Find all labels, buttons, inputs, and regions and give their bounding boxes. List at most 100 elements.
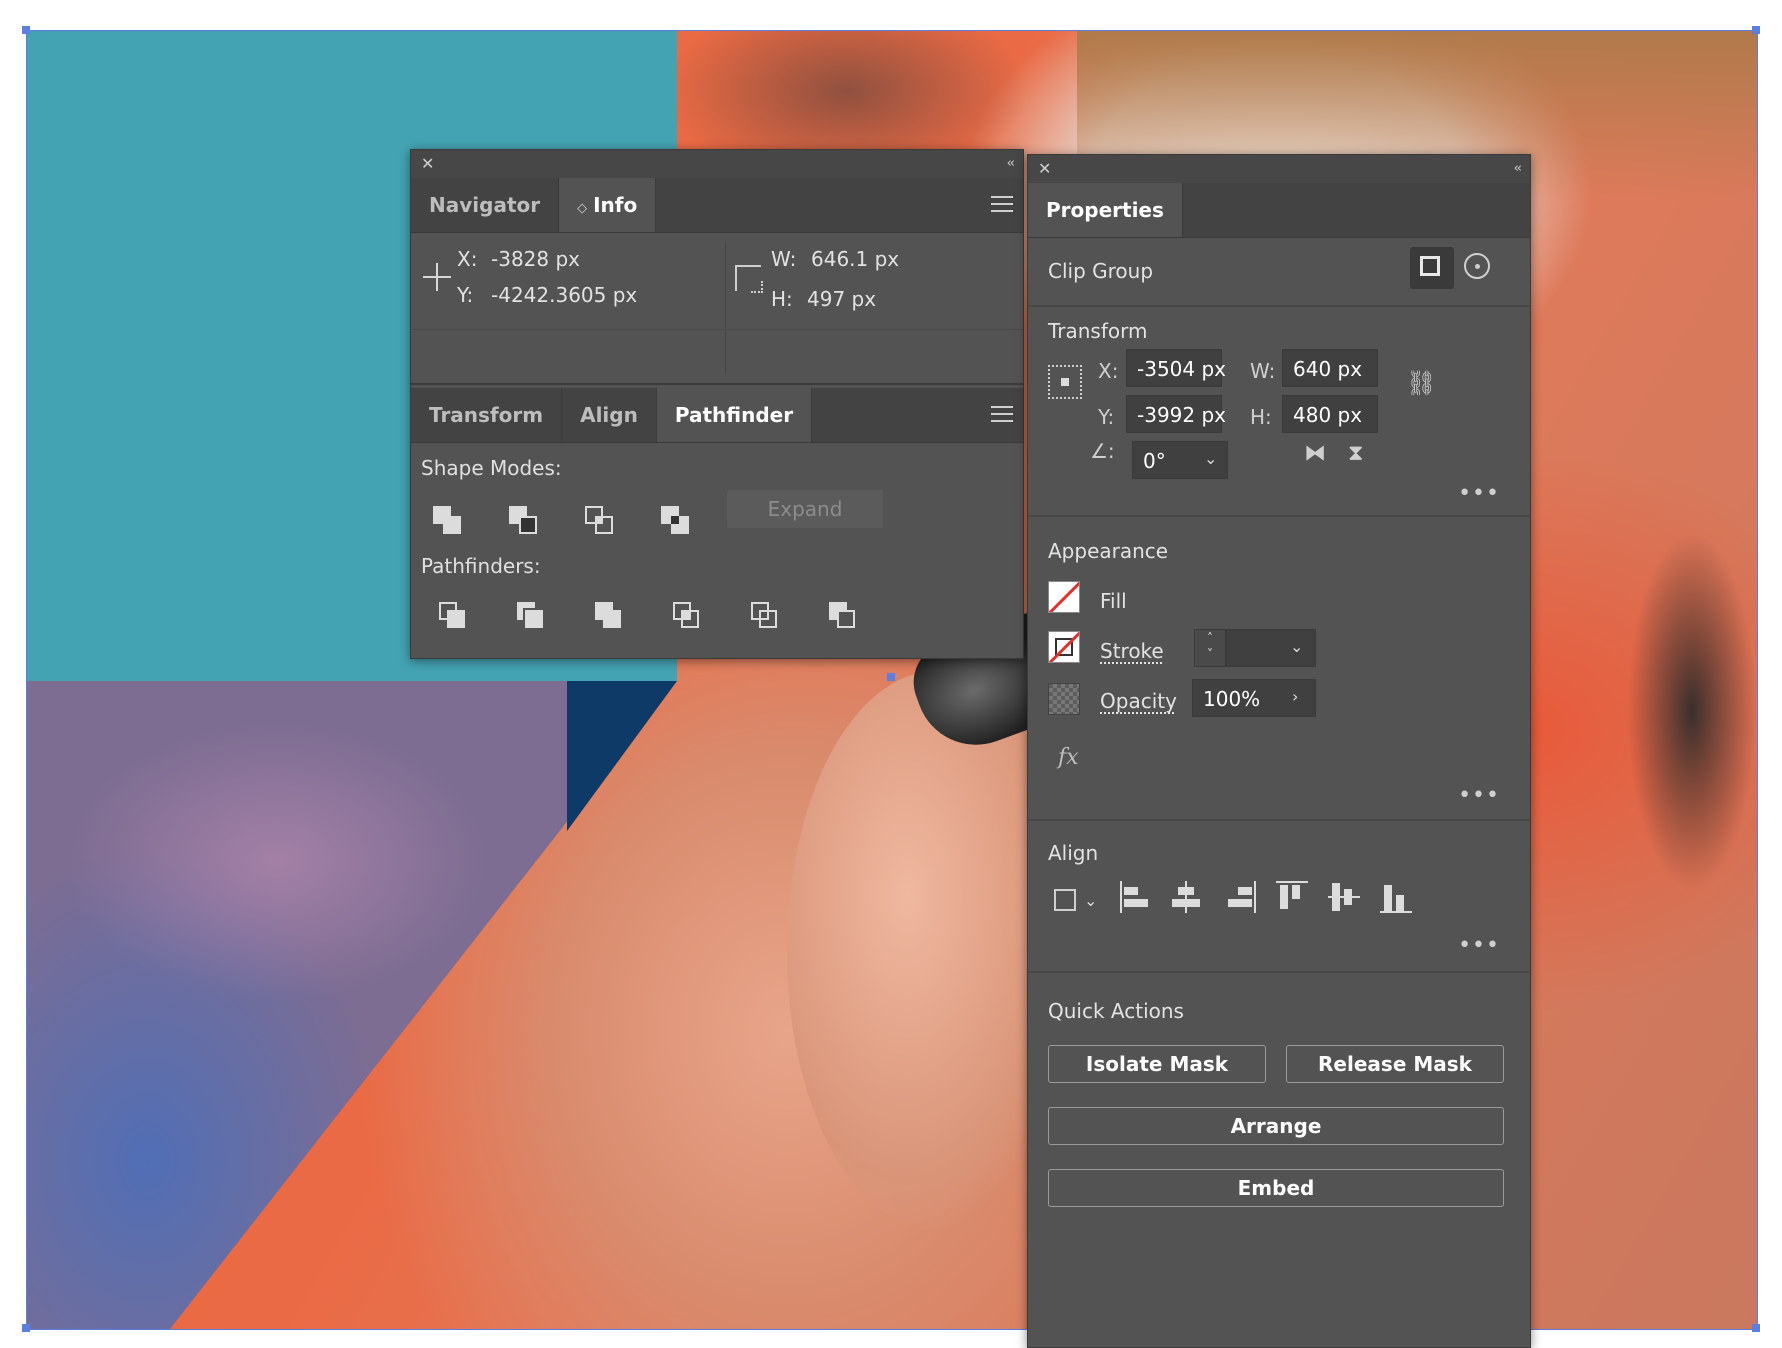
close-icon[interactable]: ✕ <box>421 154 434 174</box>
section-separator <box>1028 515 1530 517</box>
fx-icon[interactable]: fx <box>1058 745 1079 770</box>
tab-align[interactable]: Align <box>562 388 657 442</box>
quick-actions-title: Quick Actions <box>1048 999 1184 1023</box>
merge-icon[interactable] <box>595 602 625 632</box>
opacity-label[interactable]: Opacity <box>1100 689 1177 713</box>
crosshair-icon <box>423 263 451 291</box>
info-w-label: W: <box>771 247 797 271</box>
fill-label: Fill <box>1100 589 1127 613</box>
align-title: Align <box>1048 841 1099 865</box>
chevron-down-icon[interactable]: ⌄ <box>1290 637 1303 656</box>
tab-info[interactable]: ◇ Info <box>559 178 657 232</box>
selection-center-point[interactable] <box>887 673 895 681</box>
chevron-right-icon[interactable]: › <box>1292 687 1298 706</box>
dimensions-icon <box>735 265 763 293</box>
transform-w-input[interactable]: 640 px <box>1282 349 1378 387</box>
collapse-icon[interactable]: ‹‹ <box>1007 154 1016 174</box>
intersect-icon[interactable] <box>585 506 615 536</box>
release-mask-button[interactable]: Release Mask <box>1286 1045 1504 1083</box>
stroke-weight-stepper[interactable]: ˄ ˅ <box>1194 629 1226 667</box>
crop-icon[interactable] <box>673 602 703 632</box>
transform-y-input[interactable]: -3992 px <box>1126 395 1226 433</box>
more-options-icon[interactable]: ••• <box>1458 483 1500 505</box>
more-options-icon[interactable]: ••• <box>1458 785 1500 807</box>
panel-menu-icon[interactable] <box>991 406 1013 422</box>
properties-tab-row: Properties <box>1028 183 1530 238</box>
info-divider <box>725 241 726 375</box>
minus-front-icon[interactable] <box>509 506 539 536</box>
exclude-icon[interactable] <box>661 506 691 536</box>
transform-w-label: W: <box>1250 359 1276 383</box>
section-separator <box>1028 971 1530 973</box>
constrain-proportions-icon[interactable]: ⛓ <box>1406 369 1436 397</box>
info-h-value: 497 px <box>807 287 877 311</box>
align-vertical-center-icon[interactable] <box>1326 879 1362 915</box>
isolate-mask-button[interactable]: Isolate Mask <box>1048 1045 1266 1083</box>
target-icon[interactable] <box>1464 253 1490 279</box>
selection-handle-bottom-left[interactable] <box>22 1324 30 1332</box>
navy-triangle[interactable] <box>567 681 677 831</box>
chevron-down-icon[interactable]: ⌄ <box>1084 891 1097 910</box>
tab-pathfinder[interactable]: Pathfinder <box>656 388 813 442</box>
object-type-label: Clip Group <box>1048 259 1154 283</box>
info-y-value: -4242.3605 px <box>491 283 638 307</box>
transform-x-input[interactable]: -3504 px <box>1126 349 1226 387</box>
chevron-down-icon[interactable]: ⌄ <box>1204 449 1217 468</box>
selection-handle-top-left[interactable] <box>22 26 30 34</box>
updown-icon: ◇ <box>577 201 588 216</box>
align-left-icon[interactable] <box>1118 879 1154 915</box>
trim-icon[interactable] <box>517 602 547 632</box>
close-icon[interactable]: ✕ <box>1038 159 1051 179</box>
flip-vertical-icon[interactable]: ⧗ <box>1348 441 1363 466</box>
embed-button[interactable]: Embed <box>1048 1169 1504 1207</box>
outline-icon[interactable] <box>751 602 781 632</box>
expand-button[interactable]: Expand <box>727 490 883 528</box>
unite-icon[interactable] <box>433 506 463 536</box>
transform-y-label: Y: <box>1098 405 1115 429</box>
stroke-label[interactable]: Stroke <box>1100 639 1164 663</box>
transform-title: Transform <box>1048 319 1148 343</box>
tab-transform[interactable]: Transform <box>411 388 563 442</box>
shape-modes-label: Shape Modes: <box>421 456 562 480</box>
background-dark-shape <box>1627 531 1757 891</box>
selection-handle-top-right[interactable] <box>1752 26 1760 34</box>
collapse-icon[interactable]: ‹‹ <box>1514 159 1523 179</box>
align-top-icon[interactable] <box>1274 879 1310 915</box>
info-w-value: 646.1 px <box>811 247 900 271</box>
align-right-icon[interactable] <box>1222 879 1258 915</box>
more-options-icon[interactable]: ••• <box>1458 935 1500 957</box>
transform-x-label: X: <box>1098 359 1119 383</box>
info-x-label: X: <box>457 247 478 271</box>
rotate-icon: ∠: <box>1090 439 1115 463</box>
fill-swatch[interactable] <box>1048 581 1080 613</box>
tab-info-label: Info <box>593 193 638 217</box>
info-h-label: H: <box>771 287 793 311</box>
reference-point-icon[interactable] <box>1048 365 1082 399</box>
align-bottom-icon[interactable] <box>1378 879 1414 915</box>
selection-handle-bottom-right[interactable] <box>1752 1324 1760 1332</box>
divide-icon[interactable] <box>439 602 469 632</box>
edit-contents-button[interactable] <box>1410 247 1454 289</box>
info-divider-horizontal <box>411 329 1023 330</box>
flip-horizontal-icon[interactable]: ⧓ <box>1304 441 1326 466</box>
section-separator <box>1028 305 1530 307</box>
pathfinder-tab-row: Transform Align Pathfinder <box>411 388 1023 443</box>
arrange-button[interactable]: Arrange <box>1048 1107 1504 1145</box>
transform-h-input[interactable]: 480 px <box>1282 395 1378 433</box>
align-to-selection-icon[interactable] <box>1054 889 1076 911</box>
appearance-title: Appearance <box>1048 539 1169 563</box>
align-horizontal-center-icon[interactable] <box>1168 879 1204 915</box>
transform-h-label: H: <box>1250 405 1272 429</box>
clip-group-icon <box>1420 256 1440 276</box>
pathfinders-label: Pathfinders: <box>421 554 541 578</box>
panel-menu-icon[interactable] <box>991 196 1013 212</box>
tab-properties[interactable]: Properties <box>1028 183 1183 237</box>
section-separator <box>1028 819 1530 821</box>
panel-topbar: ✕ ‹‹ <box>411 150 1023 178</box>
tab-navigator[interactable]: Navigator <box>411 178 560 232</box>
info-tab-row: Navigator ◇ Info <box>411 178 1023 233</box>
panel-topbar: ✕ ‹‹ <box>1028 155 1530 183</box>
minus-back-icon[interactable] <box>829 602 859 632</box>
stroke-swatch[interactable] <box>1048 631 1080 663</box>
info-readout: X: -3828 px Y: -4242.3605 px W: 646.1 px… <box>411 233 1023 385</box>
